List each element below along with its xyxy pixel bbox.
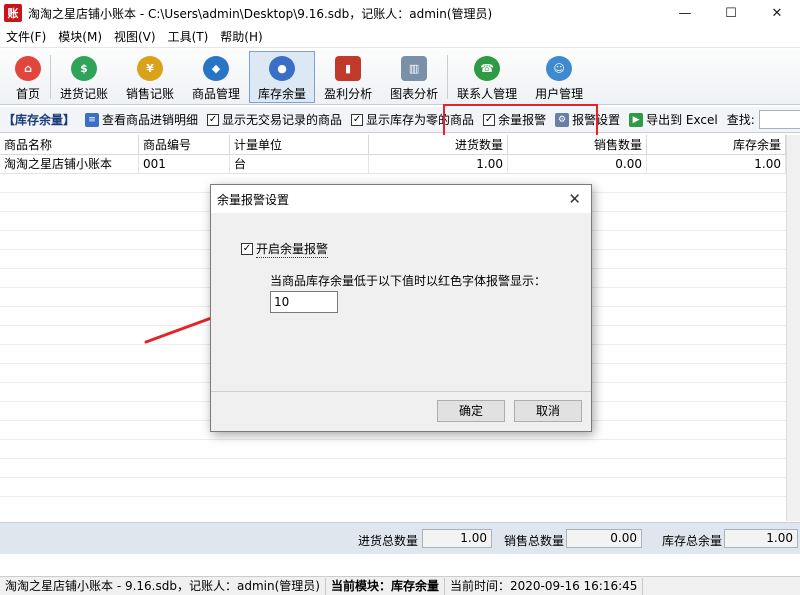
enable-alert-checkbox[interactable]: ✓ 开启余量报警 bbox=[241, 240, 329, 258]
toolbar-users-button[interactable]: ☺ 用户管理 bbox=[526, 51, 592, 103]
enable-alert-label: 开启余量报警 bbox=[256, 242, 329, 258]
sales-total-label: 销售总数量 bbox=[504, 534, 565, 548]
excel-export-icon: ▶ bbox=[629, 112, 644, 127]
export-excel-button[interactable]: ▶ 导出到 Excel bbox=[629, 111, 718, 128]
sales-icon: ¥ bbox=[137, 56, 164, 81]
stock-alert-settings-dialog: 余量报警设置 ✕ ✓ 开启余量报警 当商品库存余量低于以下值时以红色字体报警显示… bbox=[210, 184, 592, 432]
toolbar-profit-label: 盈利分析 bbox=[324, 87, 373, 101]
cell-product-name: 淘淘之星店铺小账本 bbox=[0, 155, 139, 174]
cell-product-code: 001 bbox=[139, 155, 230, 174]
menu-bar: 文件(F) 模块(M) 视图(V) 工具(T) 帮助(H) bbox=[0, 26, 800, 48]
view-detail-button[interactable]: ≡ 查看商品进销明细 bbox=[85, 111, 198, 128]
toolbar-products-label: 商品管理 bbox=[192, 87, 241, 101]
header-product-name[interactable]: 商品名称 bbox=[0, 135, 139, 155]
checkbox-checked-icon: ✓ bbox=[207, 113, 220, 126]
dialog-divider bbox=[211, 391, 591, 392]
toolbar-profit-button[interactable]: ▮ 盈利分析 bbox=[315, 51, 381, 103]
stock-total-label: 库存总余量 bbox=[662, 534, 723, 548]
table-row[interactable]: 淘淘之星店铺小账本 001 台 1.00 0.00 1.00 bbox=[0, 155, 786, 174]
dialog-title: 余量报警设置 bbox=[217, 192, 290, 207]
cell-unit: 台 bbox=[230, 155, 369, 174]
checkbox-checked-icon: ✓ bbox=[351, 113, 364, 126]
home-icon: ⌂ bbox=[15, 56, 41, 81]
title-bar: 账 淘淘之星店铺小账本 - C:\Users\admin\Desktop\9.1… bbox=[0, 0, 800, 26]
toolbar-contacts-button[interactable]: ☎ 联系人管理 bbox=[448, 51, 526, 103]
toolbar-home-label: 首页 bbox=[15, 87, 40, 101]
app-logo-icon: 账 bbox=[4, 4, 22, 22]
profit-icon: ▮ bbox=[335, 56, 362, 81]
empty-row bbox=[0, 459, 786, 478]
contacts-icon: ☎ bbox=[474, 56, 501, 81]
subbar-title: 【库存余量】 bbox=[3, 113, 76, 127]
main-toolbar: ⌂ 首页 $ 进货记账 ¥ 销售记账 ◆ 商品管理 ● 库存余量 ▮ 盈利分析 … bbox=[0, 49, 800, 105]
export-excel-label: 导出到 Excel bbox=[646, 113, 718, 127]
view-detail-label: 查看商品进销明细 bbox=[102, 113, 199, 127]
cancel-button[interactable]: 取消 bbox=[514, 400, 582, 422]
toolbar-charts-button[interactable]: ▥ 图表分析 bbox=[381, 51, 447, 103]
menu-view[interactable]: 视图(V) bbox=[108, 26, 162, 48]
search-label: 查找: bbox=[726, 113, 755, 127]
cell-purchase-qty: 1.00 bbox=[369, 155, 508, 174]
header-sales-qty[interactable]: 销售数量 bbox=[508, 135, 647, 155]
dialog-title-bar: 余量报警设置 ✕ bbox=[211, 185, 591, 213]
dialog-body: ✓ 开启余量报警 当商品库存余量低于以下值时以红色字体报警显示： 10 确定 取… bbox=[211, 213, 591, 431]
status-time: 当前时间：2020-09-16 16:16:45 bbox=[445, 577, 644, 595]
search-area: 查找: bbox=[727, 110, 800, 129]
header-stock-qty[interactable]: 库存余量 bbox=[647, 135, 786, 155]
sales-total-value: 0.00 bbox=[566, 529, 642, 548]
summary-bar: 进货总数量 1.00 销售总数量 0.00 库存总余量 1.00 bbox=[0, 522, 800, 554]
minimize-button[interactable]: — bbox=[662, 0, 708, 26]
menu-tools[interactable]: 工具(T) bbox=[162, 26, 215, 48]
menu-help[interactable]: 帮助(H) bbox=[214, 26, 268, 48]
header-purchase-qty[interactable]: 进货数量 bbox=[369, 135, 508, 155]
close-icon[interactable]: ✕ bbox=[568, 190, 581, 208]
show-no-trade-label: 显示无交易记录的商品 bbox=[222, 113, 343, 127]
stock-total-value: 1.00 bbox=[724, 529, 798, 548]
header-product-code[interactable]: 商品编号 bbox=[139, 135, 230, 155]
table-header: 商品名称 商品编号 计量单位 进货数量 销售数量 库存余量 bbox=[0, 135, 786, 155]
stock-icon: ● bbox=[269, 56, 296, 81]
status-module: 当前模块：库存余量 bbox=[326, 577, 445, 595]
empty-row bbox=[0, 440, 786, 459]
empty-row bbox=[0, 478, 786, 497]
toolbar-products-button[interactable]: ◆ 商品管理 bbox=[183, 51, 249, 103]
window-title: 淘淘之星店铺小账本 - C:\Users\admin\Desktop\9.16.… bbox=[28, 6, 493, 21]
menu-file[interactable]: 文件(F) bbox=[0, 26, 52, 48]
status-file: 淘淘之星店铺小账本 - 9.16.sdb，记账人：admin(管理员) bbox=[0, 577, 326, 595]
checkbox-checked-icon: ✓ bbox=[241, 243, 253, 255]
threshold-description: 当商品库存余量低于以下值时以红色字体报警显示： bbox=[270, 274, 547, 288]
toolbar-stock-label: 库存余量 bbox=[258, 87, 307, 101]
threshold-input[interactable]: 10 bbox=[270, 291, 338, 313]
purchase-total-label: 进货总数量 bbox=[358, 534, 419, 548]
list-icon: ≡ bbox=[85, 112, 100, 127]
toolbar-contacts-label: 联系人管理 bbox=[457, 87, 518, 101]
toolbar-home-button[interactable]: ⌂ 首页 bbox=[6, 51, 50, 103]
stock-subtoolbar: 【库存余量】 ≡ 查看商品进销明细 ✓ 显示无交易记录的商品 ✓ 显示库存为零的… bbox=[0, 107, 800, 133]
toolbar-purchase-button[interactable]: $ 进货记账 bbox=[51, 51, 117, 103]
maximize-button[interactable]: ☐ bbox=[708, 0, 754, 26]
show-no-trade-checkbox[interactable]: ✓ 显示无交易记录的商品 bbox=[207, 111, 342, 128]
menu-module[interactable]: 模块(M) bbox=[52, 26, 108, 48]
products-icon: ◆ bbox=[203, 56, 230, 81]
window-controls: — ☐ ✕ bbox=[662, 0, 800, 26]
cell-stock-qty: 1.00 bbox=[647, 155, 786, 174]
header-unit[interactable]: 计量单位 bbox=[230, 135, 369, 155]
status-bar: 淘淘之星店铺小账本 - 9.16.sdb，记账人：admin(管理员) 当前模块… bbox=[0, 576, 800, 595]
chart-icon: ▥ bbox=[401, 56, 428, 81]
purchase-total-value: 1.00 bbox=[422, 529, 492, 548]
toolbar-purchase-label: 进货记账 bbox=[60, 87, 109, 101]
toolbar-users-label: 用户管理 bbox=[535, 87, 584, 101]
toolbar-stock-button[interactable]: ● 库存余量 bbox=[249, 51, 316, 103]
search-input[interactable] bbox=[758, 110, 800, 129]
ok-button[interactable]: 确定 bbox=[437, 400, 505, 422]
toolbar-sales-label: 销售记账 bbox=[126, 87, 175, 101]
table-scrollbar[interactable] bbox=[786, 135, 800, 521]
toolbar-sales-button[interactable]: ¥ 销售记账 bbox=[117, 51, 183, 103]
toolbar-charts-label: 图表分析 bbox=[390, 87, 439, 101]
cell-sales-qty: 0.00 bbox=[508, 155, 647, 174]
users-icon: ☺ bbox=[546, 56, 573, 81]
close-button[interactable]: ✕ bbox=[754, 0, 800, 26]
purchase-icon: $ bbox=[71, 56, 97, 81]
